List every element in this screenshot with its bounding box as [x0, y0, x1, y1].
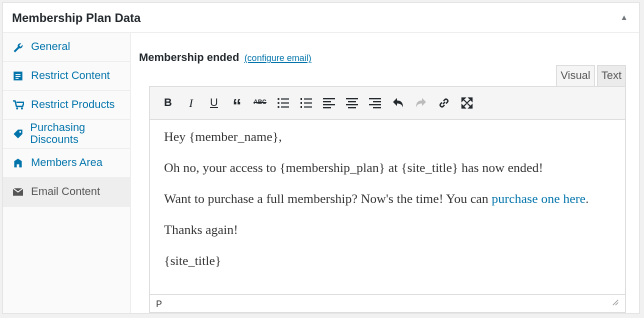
link-icon	[439, 98, 449, 108]
numbered-list-button[interactable]	[295, 92, 317, 114]
tag-icon	[11, 129, 24, 139]
align-right-button[interactable]	[364, 92, 386, 114]
email-icon	[11, 188, 25, 196]
bullet-list-icon	[277, 98, 289, 108]
quote-icon: “	[232, 96, 242, 116]
align-left-button[interactable]	[318, 92, 340, 114]
align-center-icon	[346, 98, 358, 109]
sidebar-item-label: Restrict Content	[31, 70, 110, 82]
undo-button[interactable]	[387, 92, 409, 114]
align-right-icon	[369, 98, 381, 109]
fullscreen-icon	[461, 97, 473, 109]
sidebar-item-restrict-content[interactable]: Restrict Content	[3, 62, 130, 91]
configure-email-link[interactable]: (configure email)	[244, 53, 311, 63]
sidebar-item-restrict-products[interactable]: Restrict Products	[3, 91, 130, 120]
editor-content[interactable]: Hey {member_name}, Oh no, your access to…	[150, 120, 625, 294]
sidebar-item-general[interactable]: General	[3, 33, 130, 62]
paragraph-ended: Oh no, your access to {membership_plan} …	[164, 160, 544, 175]
editor-toolbar: B I U “ ABC	[150, 87, 625, 120]
sidebar-item-label: General	[31, 41, 71, 53]
fullscreen-button[interactable]	[456, 92, 478, 114]
membership-plan-data-box: Membership Plan Data ▲ General Restrict …	[2, 2, 640, 314]
align-center-button[interactable]	[341, 92, 363, 114]
building-icon	[11, 158, 25, 168]
sidebar-item-purchasing-discounts[interactable]: Purchasing Discounts	[3, 120, 130, 149]
paragraph-thanks: Thanks again!	[164, 222, 239, 237]
underline-button[interactable]: U	[203, 92, 225, 114]
align-left-icon	[323, 98, 335, 109]
sidebar-item-label: Restrict Products	[31, 99, 115, 111]
insert-link-button[interactable]	[433, 92, 455, 114]
rich-text-editor: B I U “ ABC Hey {member_name}, Oh no, yo…	[149, 86, 626, 313]
italic-button[interactable]: I	[180, 92, 202, 114]
metabox-title: Membership Plan Data	[12, 10, 141, 25]
wrench-icon	[11, 42, 25, 53]
sidebar-item-label: Purchasing Discounts	[30, 122, 86, 146]
redo-button[interactable]	[410, 92, 432, 114]
paragraph-greeting: Hey {member_name},	[164, 129, 282, 144]
sidebar-item-label: Members Area	[31, 157, 103, 169]
tab-text[interactable]: Text	[597, 65, 626, 86]
tab-visual[interactable]: Visual	[556, 65, 595, 86]
sidebar-item-members-area[interactable]: Members Area	[3, 149, 130, 178]
strikethrough-button[interactable]: ABC	[249, 92, 271, 114]
field-label-text: Membership ended	[139, 52, 240, 64]
bold-button[interactable]: B	[157, 92, 179, 114]
paragraph-purchase-text: Want to purchase a full membership? Now'…	[164, 191, 492, 206]
sidebar: General Restrict Content Restrict Produc…	[3, 33, 131, 313]
paragraph-signature: {site_title}	[164, 253, 222, 268]
resize-handle-icon[interactable]	[612, 299, 619, 308]
collapse-toggle-icon[interactable]: ▲	[620, 13, 628, 22]
cart-icon	[11, 100, 25, 110]
sidebar-item-email-content[interactable]: Email Content	[3, 178, 130, 207]
sidebar-item-label: Email Content	[31, 186, 101, 198]
purchase-link[interactable]: purchase one here	[492, 191, 586, 206]
undo-icon	[393, 98, 403, 108]
editor-statusbar: P	[150, 294, 625, 312]
metabox-header: Membership Plan Data ▲	[3, 3, 639, 33]
redo-icon	[416, 98, 426, 108]
element-path[interactable]: P	[156, 299, 162, 309]
bullet-list-button[interactable]	[272, 92, 294, 114]
numbered-list-icon	[300, 98, 312, 108]
field-label: Membership ended (configure email)	[139, 52, 311, 64]
paragraph-purchase-end: .	[585, 191, 589, 206]
paragraph-purchase: Want to purchase a full membership? Now'…	[164, 191, 611, 207]
content-icon	[11, 71, 25, 81]
email-content-panel: Membership ended (configure email) Visua…	[132, 33, 639, 313]
blockquote-button[interactable]: “	[226, 92, 248, 116]
